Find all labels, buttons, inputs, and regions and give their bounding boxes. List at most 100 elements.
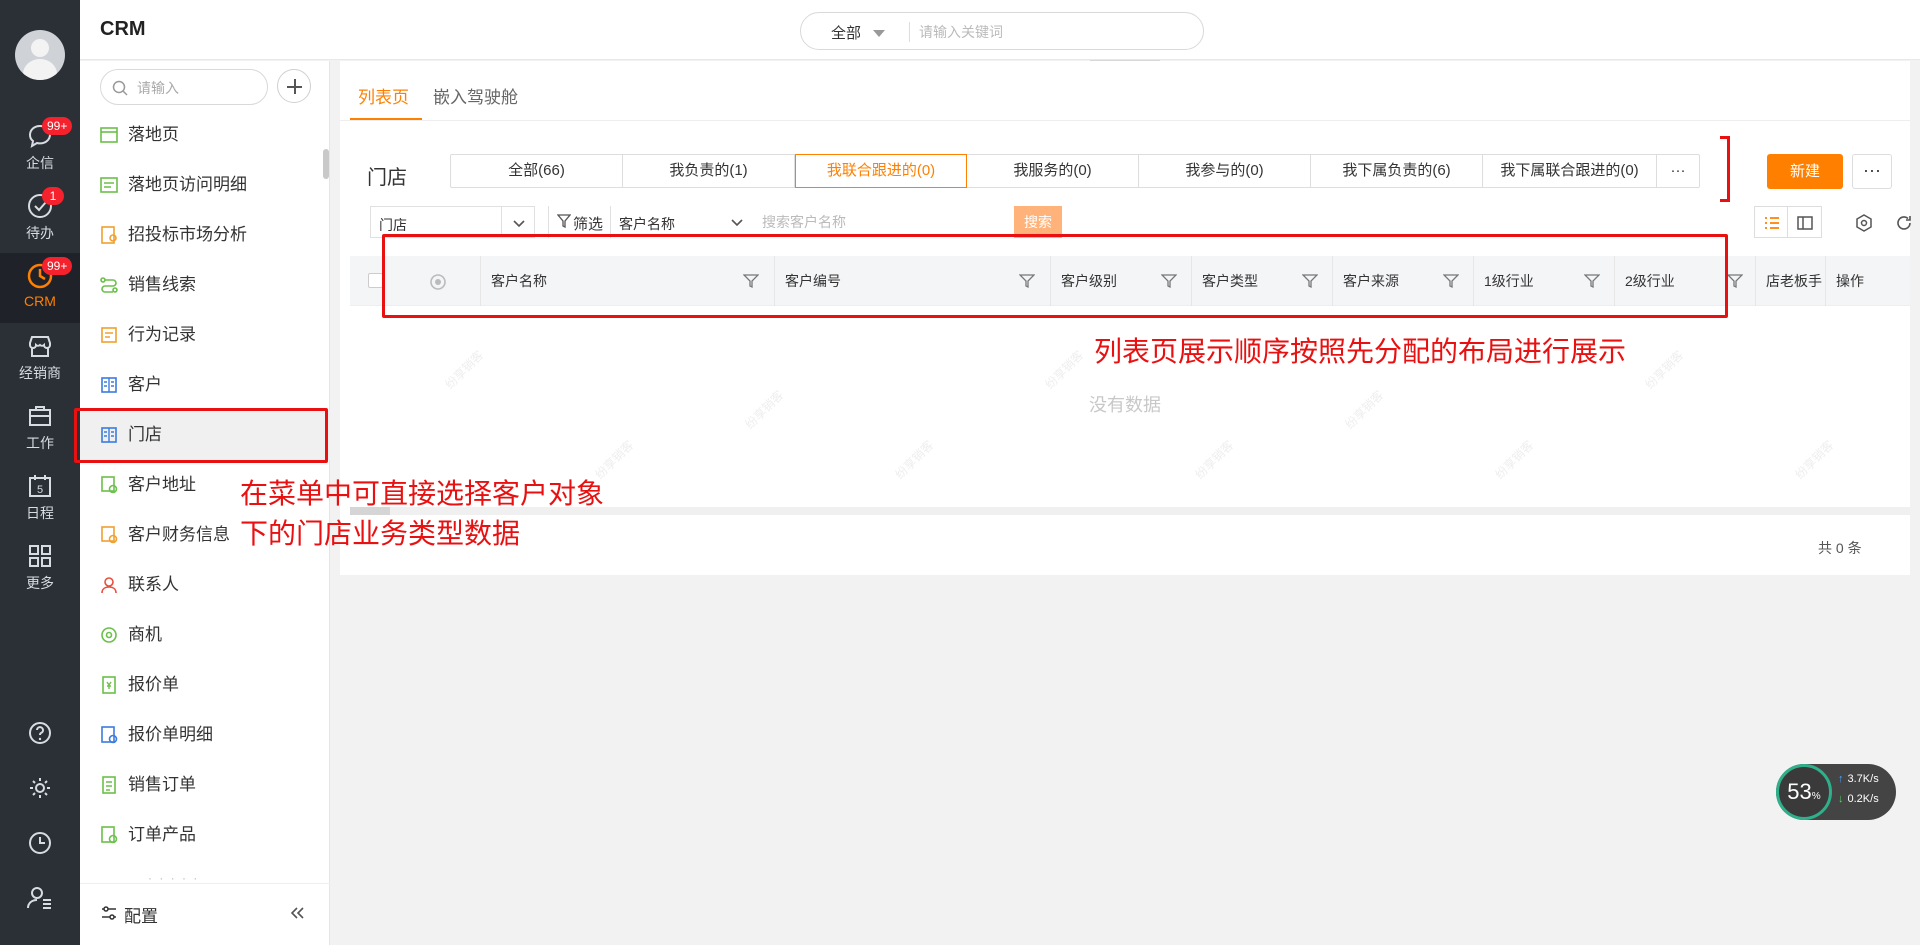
briefcase-icon: [29, 406, 51, 426]
add-menu-button[interactable]: [277, 69, 311, 103]
annotation-note-menu-line1: 在菜单中可直接选择客户对象: [240, 478, 605, 509]
sales-order-icon: [102, 776, 116, 794]
column-settings-icon[interactable]: [1854, 213, 1874, 233]
history-clock-icon[interactable]: [25, 828, 55, 858]
upload-value: 3.7: [1847, 773, 1863, 785]
sidebar-item-landing-page[interactable]: 落地页: [80, 110, 330, 160]
sidebar-item-quote[interactable]: 报价单: [80, 660, 330, 710]
rail-item-messages[interactable]: 企信 99+: [0, 113, 80, 183]
sidebar-item-order-product[interactable]: 订单产品: [80, 810, 330, 860]
annotation-box-columns: [382, 234, 1728, 318]
column-label: 店老板手: [1766, 273, 1822, 289]
sales-lead-icon: [100, 277, 118, 293]
sidebar-item-landing-visit[interactable]: 落地页访问明细: [80, 160, 330, 210]
svg-text:5: 5: [37, 484, 43, 496]
scene-all[interactable]: 全部(66): [451, 155, 623, 187]
tab-list-page[interactable]: 列表页: [358, 83, 409, 108]
rail-label: 待办: [26, 225, 54, 241]
download-value: 0.2: [1847, 793, 1863, 805]
grid-icon: [29, 545, 51, 567]
funnel-icon[interactable]: [1727, 273, 1743, 289]
landing-visit-icon: [100, 177, 118, 193]
sidebar-item-customer[interactable]: 客户: [80, 360, 330, 410]
sidebar-item-label: 联系人: [128, 575, 179, 594]
menu-search: [100, 69, 268, 105]
sidebar-item-label: 销售线索: [128, 275, 196, 294]
active-tab-underline: [350, 118, 422, 120]
sidebar-item-label: 落地页: [128, 125, 179, 144]
scene-subordinate-joint[interactable]: 我下属联合跟进的(0): [1483, 155, 1657, 187]
quote-icon: [102, 676, 116, 694]
sidebar-item-contact[interactable]: 联系人: [80, 560, 330, 610]
sliders-icon: [102, 906, 116, 920]
sidebar-item-label: 行为记录: [128, 325, 196, 344]
store-front-icon: [29, 336, 51, 357]
global-search-input[interactable]: [919, 20, 1189, 44]
sidebar-item-opportunity[interactable]: 商机: [80, 610, 330, 660]
percent-value: 53: [1787, 779, 1812, 804]
list-view-toggle[interactable]: [1754, 206, 1788, 238]
upload-unit: K/s: [1862, 773, 1879, 785]
customer-icon: [101, 377, 117, 393]
gear-icon[interactable]: [25, 773, 55, 803]
avatar[interactable]: [15, 30, 65, 80]
scene-filter-bar: 全部(66) 我负责的(1) 我联合跟进的(0) 我服务的(0) 我参与的(0)…: [450, 154, 1700, 188]
total-count: 共 0 条: [1818, 540, 1862, 556]
watermark: 纷享销客: [1642, 347, 1687, 392]
sidebar-item-label: 订单产品: [128, 825, 196, 844]
sidebar-item-label: 报价单明细: [128, 725, 213, 744]
sidebar-item-quote-detail[interactable]: 报价单明细: [80, 710, 330, 760]
sidebar-item-sales-order[interactable]: 销售订单: [80, 760, 330, 810]
scene-served[interactable]: 我服务的(0): [967, 155, 1139, 187]
scene-more[interactable]: ···: [1657, 155, 1699, 187]
todo-badge: 1: [42, 187, 64, 205]
keyword-search-input[interactable]: [762, 210, 972, 234]
scene-participated[interactable]: 我参与的(0): [1139, 155, 1311, 187]
filter-label: 筛选: [573, 216, 604, 233]
sidebar-item-sales-lead[interactable]: 销售线索: [80, 260, 330, 310]
scene-joint-follow[interactable]: 我联合跟进的(0): [795, 154, 967, 188]
divider: [909, 22, 910, 42]
menu-search-input[interactable]: [137, 77, 257, 99]
landing-page-icon: [100, 127, 118, 143]
watermark: 纷享销客: [1042, 347, 1087, 392]
select-all-checkbox[interactable]: [368, 273, 383, 288]
rail-item-todo[interactable]: 待办 1: [0, 183, 80, 253]
rail-item-dealer[interactable]: 经销商: [0, 323, 80, 393]
scene-subordinate-owned[interactable]: 我下属负责的(6): [1311, 155, 1483, 187]
more-actions-button[interactable]: ···: [1852, 154, 1892, 189]
column-header-actions: 操作: [1825, 256, 1910, 306]
rail-label: 企信: [26, 155, 54, 171]
divider: [501, 207, 502, 237]
sidebar-item-label: 落地页访问明细: [128, 175, 247, 194]
sidebar-item-behavior[interactable]: 行为记录: [80, 310, 330, 360]
annotation-note-list: 列表页展示顺序按照先分配的布局进行展示: [1094, 336, 1627, 367]
sidebar-item-label: 招投标市场分析: [128, 225, 247, 244]
config-button[interactable]: 配置: [124, 902, 158, 927]
network-speed-widget[interactable]: 53% ↑ 3.7K/s ↓ 0.2K/s: [1776, 764, 1896, 820]
sidebar-item-bidding[interactable]: 招投标市场分析: [80, 210, 330, 260]
left-rail: 企信 99+ 待办 1 CRM 99+ 经销商 工作 5 日程 更多: [0, 0, 80, 945]
quote-detail-icon: [101, 726, 118, 744]
new-button[interactable]: 新建: [1767, 154, 1843, 189]
search-scope-select[interactable]: 全部: [831, 22, 861, 43]
rail-item-work[interactable]: 工作: [0, 393, 80, 463]
order-product-icon: [101, 826, 118, 844]
rail-item-schedule[interactable]: 5 日程: [0, 463, 80, 533]
sidebar-scrollbar[interactable]: [323, 149, 329, 179]
sidebar-item-label: 客户财务信息: [128, 525, 230, 544]
help-icon[interactable]: [25, 718, 55, 748]
column-header[interactable]: 店老板手: [1755, 256, 1825, 306]
caret-down-icon[interactable]: [873, 30, 885, 37]
refresh-icon[interactable]: [1894, 213, 1914, 233]
double-chevron-left-icon[interactable]: [288, 904, 306, 922]
user-settings-icon[interactable]: [25, 883, 55, 913]
opportunity-icon: [101, 627, 117, 643]
sidebar-item-label: 客户: [128, 375, 162, 394]
global-search: 全部: [800, 12, 1204, 50]
tab-embedded-cockpit[interactable]: 嵌入驾驶舱: [433, 83, 518, 108]
split-view-toggle[interactable]: [1788, 206, 1822, 238]
rail-item-more[interactable]: 更多: [0, 533, 80, 603]
scene-mine[interactable]: 我负责的(1): [623, 155, 795, 187]
rail-item-crm[interactable]: CRM 99+: [0, 253, 80, 323]
